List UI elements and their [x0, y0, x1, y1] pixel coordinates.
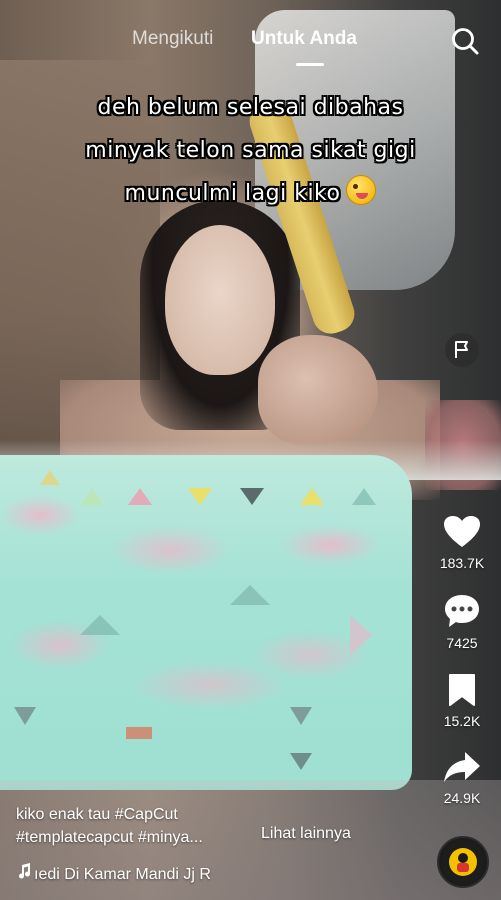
bookmark-icon: [449, 674, 475, 706]
share-icon: [444, 752, 480, 782]
music-note-icon: [16, 863, 34, 884]
active-tab-indicator: [296, 63, 324, 66]
heart-icon: [444, 516, 480, 547]
post-hashtags[interactable]: #templatecapcut #minya...: [16, 826, 426, 849]
share-button[interactable]: 24.9K: [432, 750, 492, 806]
video-hand: [258, 335, 378, 445]
post-info: kiko enak tau #CapCut #templatecapcut #m…: [16, 803, 426, 883]
mosaic-triangles: [14, 470, 376, 770]
comment-count: 7425: [446, 635, 478, 651]
like-count: 183.7K: [439, 555, 485, 571]
sound-disc-icon: [441, 840, 485, 884]
tab-for-you[interactable]: Untuk Anda: [251, 28, 357, 50]
search-icon[interactable]: [450, 26, 480, 56]
caption-line-2: minyak telon sama sikat gigi: [85, 138, 416, 163]
video-caption: deh belum selesai dibahas minyak telon s…: [0, 86, 501, 215]
caption-line-3: munculmi lagi kiko: [0, 172, 501, 215]
bookmark-button[interactable]: 15.2K: [432, 673, 492, 729]
tab-following[interactable]: Mengikuti: [132, 28, 213, 50]
music-title: ıedi Di Kamar Mandi Jj R: [34, 866, 211, 883]
bookmark-count: 15.2K: [443, 713, 481, 729]
censor-mosaic: [0, 455, 412, 790]
caption-line-3-text: munculmi lagi kiko: [124, 181, 341, 206]
caption-line-1: deh belum selesai dibahas: [97, 95, 404, 120]
comment-icon: [445, 595, 479, 627]
like-button[interactable]: 183.7K: [432, 515, 492, 571]
sound-avatar[interactable]: [437, 836, 489, 888]
report-flag-icon[interactable]: [445, 333, 479, 367]
share-count: 24.9K: [443, 790, 481, 806]
post-description[interactable]: kiko enak tau #CapCut: [16, 803, 426, 826]
video-face: [165, 225, 275, 375]
zany-face-emoji-icon: [346, 175, 377, 205]
music-ticker[interactable]: ıedi Di Kamar Mandi Jj R: [16, 863, 211, 884]
comment-button[interactable]: 7425: [432, 593, 492, 651]
top-nav: Mengikuti Untuk Anda: [0, 28, 501, 66]
see-more-link[interactable]: Lihat lainnya: [261, 825, 351, 843]
